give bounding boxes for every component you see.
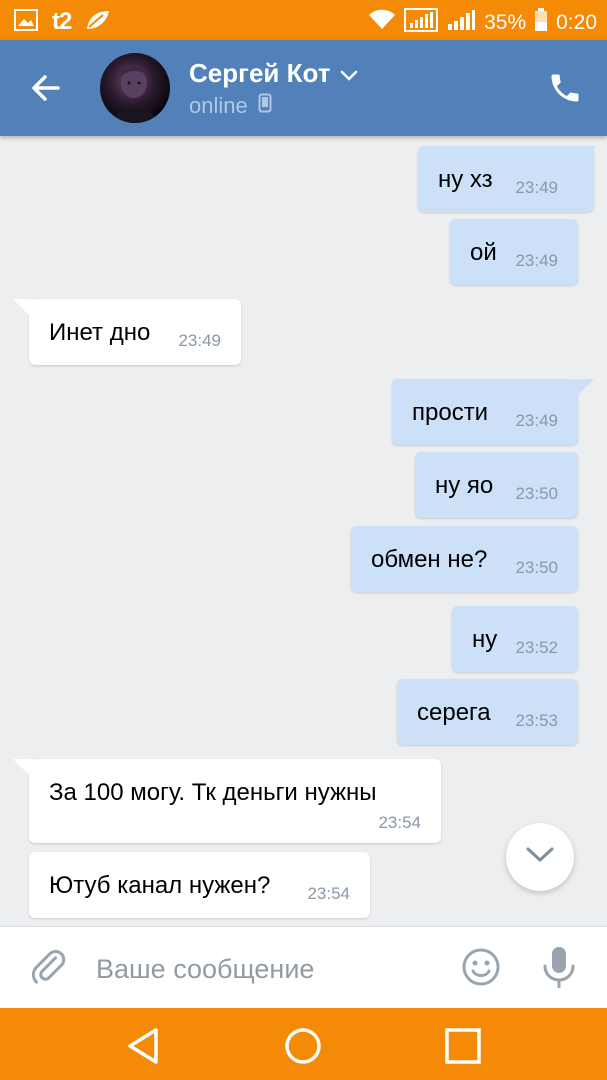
message-text: ну xyxy=(472,626,498,653)
chevron-down-icon xyxy=(525,846,555,869)
message-outgoing[interactable]: серега 23:53 xyxy=(397,679,578,745)
scroll-to-bottom-button[interactable] xyxy=(506,823,574,891)
square-recents-icon xyxy=(443,1028,483,1070)
message-text: Ютуб канал нужен? xyxy=(49,872,271,899)
back-button[interactable] xyxy=(28,70,64,106)
message-outgoing[interactable]: ну хз 23:49 xyxy=(418,146,596,212)
smiley-icon xyxy=(461,948,501,991)
circle-home-icon xyxy=(283,1028,323,1070)
message-incoming[interactable]: Инет дно 23:49 xyxy=(13,299,241,365)
message-time: 23:53 xyxy=(515,711,558,730)
message-text: прости xyxy=(412,399,489,426)
wifi-icon xyxy=(368,9,396,37)
paperclip-icon xyxy=(28,949,68,991)
message-outgoing[interactable]: ну 23:52 xyxy=(452,606,578,672)
call-button[interactable] xyxy=(547,70,583,106)
phone-call-icon xyxy=(547,74,583,110)
battery-percent: 35% xyxy=(484,11,527,34)
message-time: 23:49 xyxy=(515,251,558,270)
message-time: 23:49 xyxy=(515,178,558,197)
nav-back-button[interactable] xyxy=(124,1026,164,1066)
contact-name-label: Сергей Кот xyxy=(189,58,331,88)
carrier-label: t2 xyxy=(52,8,72,35)
attach-button[interactable] xyxy=(28,947,68,987)
chevron-down-icon xyxy=(340,58,358,89)
back-arrow-icon xyxy=(28,75,64,110)
message-time: 23:49 xyxy=(515,411,558,430)
contact-name[interactable]: Сергей Кот xyxy=(189,58,358,89)
contact-status: online xyxy=(189,93,272,119)
message-time: 23:50 xyxy=(515,484,558,503)
message-incoming[interactable]: За 100 могу. Тк деньги нужны 23:54 xyxy=(13,759,441,843)
online-status-label: online xyxy=(189,93,248,118)
chat-header: Сергей Кот online xyxy=(0,40,607,136)
message-text: ну хз xyxy=(438,166,493,193)
android-nav-bar xyxy=(0,1008,607,1080)
leaf-icon xyxy=(85,9,111,36)
emoji-button[interactable] xyxy=(461,947,501,987)
message-outgoing[interactable]: прости 23:49 xyxy=(392,379,594,445)
battery-icon xyxy=(534,8,548,38)
mobile-phone-icon xyxy=(258,93,272,119)
message-time: 23:54 xyxy=(378,813,421,832)
image-icon xyxy=(14,8,38,36)
message-incoming[interactable]: Ютуб канал нужен? 23:54 xyxy=(29,852,370,918)
message-time: 23:52 xyxy=(515,638,558,657)
nav-recents-button[interactable] xyxy=(443,1026,483,1066)
message-composer xyxy=(0,926,607,1008)
triangle-back-icon xyxy=(124,1028,164,1070)
message-outgoing[interactable]: ну яо 23:50 xyxy=(415,452,578,518)
message-list[interactable]: ну хз 23:49 ой 23:49 Инет дно 23:49 прос… xyxy=(0,136,607,926)
message-text: За 100 могу. Тк деньги нужны xyxy=(49,779,377,806)
microphone-icon xyxy=(541,947,577,995)
message-time: 23:54 xyxy=(307,884,350,903)
message-outgoing[interactable]: обмен не? 23:50 xyxy=(351,526,578,592)
signal-icon xyxy=(404,8,439,38)
signal-icon xyxy=(446,9,476,37)
message-time: 23:49 xyxy=(178,331,221,350)
message-text: ну яо xyxy=(435,472,494,499)
message-text: серега xyxy=(417,699,491,726)
clock: 0:20 xyxy=(556,11,597,34)
message-text: обмен не? xyxy=(371,546,488,573)
avatar[interactable] xyxy=(100,53,170,123)
message-time: 23:50 xyxy=(515,558,558,577)
message-text: ой xyxy=(470,239,497,266)
nav-home-button[interactable] xyxy=(283,1026,323,1066)
message-text: Инет дно xyxy=(49,319,151,346)
message-outgoing[interactable]: ой 23:49 xyxy=(450,219,578,285)
message-input[interactable] xyxy=(96,949,436,989)
voice-message-button[interactable] xyxy=(541,945,577,991)
status-bar: t2 35% 0:20 xyxy=(0,0,607,40)
